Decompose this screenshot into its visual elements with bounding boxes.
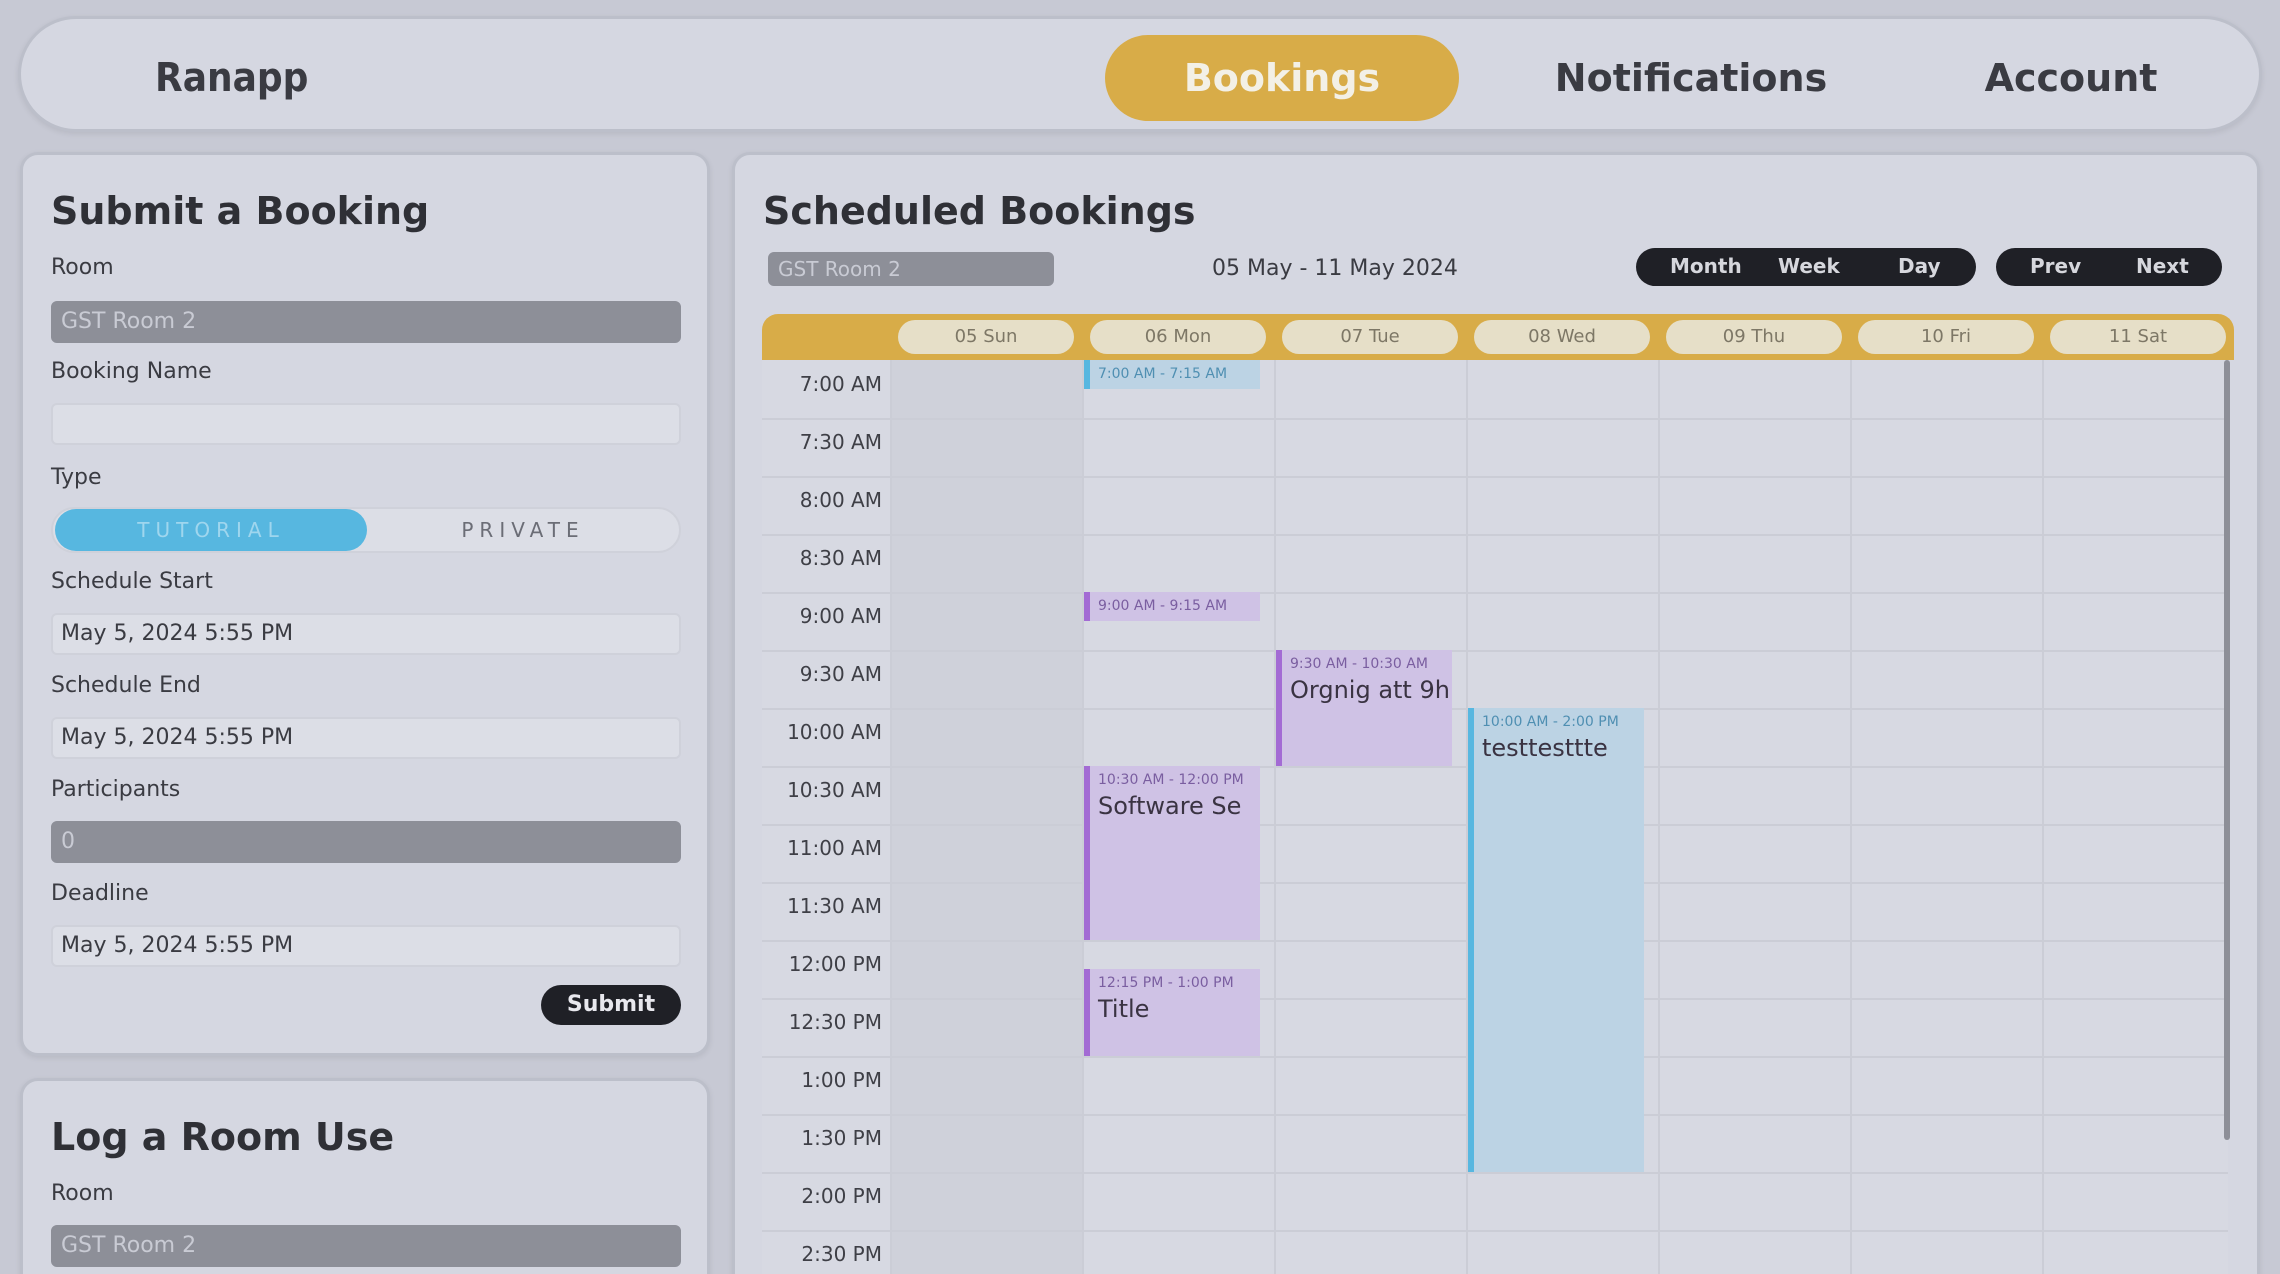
deadline-label: Deadline — [51, 881, 149, 906]
schedule-start-label: Schedule Start — [51, 569, 213, 594]
event-time: 9:00 AM - 9:15 AM — [1098, 598, 1228, 614]
event-title: testtesttte — [1482, 734, 1608, 762]
booking-event[interactable]: 9:30 AM - 10:30 AM Orgnig att 9h — [1276, 650, 1452, 766]
day-header[interactable]: 09 Thu — [1666, 320, 1842, 354]
calendar-scrollbar[interactable] — [2224, 360, 2230, 1140]
slot-divider — [762, 650, 2228, 652]
booking-name-input[interactable] — [51, 403, 681, 445]
day-header[interactable]: 10 Fri — [1858, 320, 2034, 354]
day-header[interactable]: 08 Wed — [1474, 320, 1650, 354]
tab-bookings[interactable]: Bookings — [1105, 35, 1459, 121]
brand-logo[interactable]: Ranapp — [155, 55, 308, 101]
event-title — [1090, 382, 1260, 386]
booking-name-label: Booking Name — [51, 359, 212, 384]
prev-button[interactable]: Prev — [2030, 254, 2081, 278]
slot-divider — [762, 476, 2228, 478]
time-label: 2:30 PM — [801, 1242, 882, 1266]
room-label: Room — [51, 1181, 114, 1206]
submit-booking-panel: Submit a Booking Room GST Room 2 Booking… — [20, 152, 710, 1056]
view-month-button[interactable]: Month — [1670, 254, 1742, 278]
day-header[interactable]: 11 Sat — [2050, 320, 2226, 354]
top-nav: Ranapp Bookings Notifications Account — [18, 16, 2262, 132]
participants-input[interactable]: 0 — [51, 821, 681, 863]
tab-notifications[interactable]: Notifications — [1511, 35, 1871, 121]
day-header[interactable]: 05 Sun — [898, 320, 1074, 354]
slot-divider — [762, 534, 2228, 536]
slot-divider — [762, 1172, 2228, 1174]
calendar-room-filter[interactable]: GST Room 2 — [768, 252, 1054, 286]
deadline-input[interactable]: May 5, 2024 5:55 PM — [51, 925, 681, 967]
log-room-use-panel: Log a Room Use Room GST Room 2 — [20, 1078, 710, 1274]
day-header[interactable]: 06 Mon — [1090, 320, 1266, 354]
slot-divider — [762, 418, 2228, 420]
day-header[interactable]: 07 Tue — [1282, 320, 1458, 354]
event-title: Software Se — [1098, 792, 1242, 820]
column-divider — [890, 360, 892, 1274]
panel-title: Log a Room Use — [51, 1115, 395, 1159]
column-divider — [1658, 360, 1660, 1274]
date-range: 05 May - 11 May 2024 — [1212, 256, 1458, 281]
booking-event[interactable]: 10:30 AM - 12:00 PM Software Se — [1084, 766, 1260, 940]
time-label: 7:30 AM — [799, 430, 882, 454]
time-label: 2:00 PM — [801, 1184, 882, 1208]
slot-divider — [762, 592, 2228, 594]
room-select[interactable]: GST Room 2 — [51, 1225, 681, 1267]
event-time: 10:00 AM - 2:00 PM — [1482, 714, 1619, 730]
booking-event[interactable]: 10:00 AM - 2:00 PM testtesttte — [1468, 708, 1644, 1172]
day-header-row: 05 Sun 06 Mon 07 Tue 08 Wed 09 Thu 10 Fri 11 S… — [762, 314, 2234, 360]
slot-divider — [762, 1230, 2228, 1232]
time-label: 10:00 AM — [787, 720, 882, 744]
event-title: Title — [1098, 995, 1150, 1023]
room-label: Room — [51, 255, 114, 280]
event-time: 7:00 AM - 7:15 AM — [1098, 366, 1228, 382]
event-title — [1090, 614, 1260, 618]
type-option-private[interactable]: PRIVATE — [367, 509, 679, 551]
time-label: 8:30 AM — [799, 546, 882, 570]
calendar-nav: Prev Next — [1996, 248, 2222, 286]
sunday-column — [890, 360, 1082, 1274]
time-label: 10:30 AM — [787, 778, 882, 802]
submit-button[interactable]: Submit — [541, 985, 681, 1025]
calendar-title: Scheduled Bookings — [763, 189, 1196, 233]
schedule-end-label: Schedule End — [51, 673, 201, 698]
time-label: 1:00 PM — [801, 1068, 882, 1092]
time-label: 9:30 AM — [799, 662, 882, 686]
type-label: Type — [51, 465, 102, 490]
type-toggle: TUTORIAL PRIVATE — [51, 507, 681, 553]
time-label: 12:30 PM — [788, 1010, 882, 1034]
column-divider — [1850, 360, 1852, 1274]
time-label: 1:30 PM — [801, 1126, 882, 1150]
time-label: 12:00 PM — [788, 952, 882, 976]
view-day-button[interactable]: Day — [1898, 254, 1941, 278]
event-time: 10:30 AM - 12:00 PM — [1098, 772, 1244, 788]
event-time: 12:15 PM - 1:00 PM — [1098, 975, 1234, 991]
type-option-tutorial[interactable]: TUTORIAL — [55, 509, 367, 551]
booking-event[interactable]: 12:15 PM - 1:00 PM Title — [1084, 969, 1260, 1056]
view-switcher: Month Week Day — [1636, 248, 1976, 286]
booking-event[interactable]: 7:00 AM - 7:15 AM — [1084, 360, 1260, 389]
panel-title: Submit a Booking — [51, 189, 430, 233]
tab-account[interactable]: Account — [1921, 35, 2221, 121]
event-title: Orgnig att 9h — [1290, 676, 1450, 704]
schedule-end-input[interactable]: May 5, 2024 5:55 PM — [51, 717, 681, 759]
booking-event[interactable]: 9:00 AM - 9:15 AM — [1084, 592, 1260, 621]
calendar-grid: 7:00 AM 7:30 AM 8:00 AM 8:30 AM 9:00 AM 9:30 … — [762, 360, 2228, 1274]
view-week-button[interactable]: Week — [1778, 254, 1840, 278]
event-time: 9:30 AM - 10:30 AM — [1290, 656, 1428, 672]
column-divider — [1274, 360, 1276, 1274]
time-label: 11:30 AM — [787, 894, 882, 918]
time-label: 9:00 AM — [799, 604, 882, 628]
participants-label: Participants — [51, 777, 181, 802]
schedule-start-input[interactable]: May 5, 2024 5:55 PM — [51, 613, 681, 655]
room-select[interactable]: GST Room 2 — [51, 301, 681, 343]
time-label: 11:00 AM — [787, 836, 882, 860]
time-label: 7:00 AM — [799, 372, 882, 396]
time-label: 8:00 AM — [799, 488, 882, 512]
next-button[interactable]: Next — [2136, 254, 2189, 278]
column-divider — [2042, 360, 2044, 1274]
